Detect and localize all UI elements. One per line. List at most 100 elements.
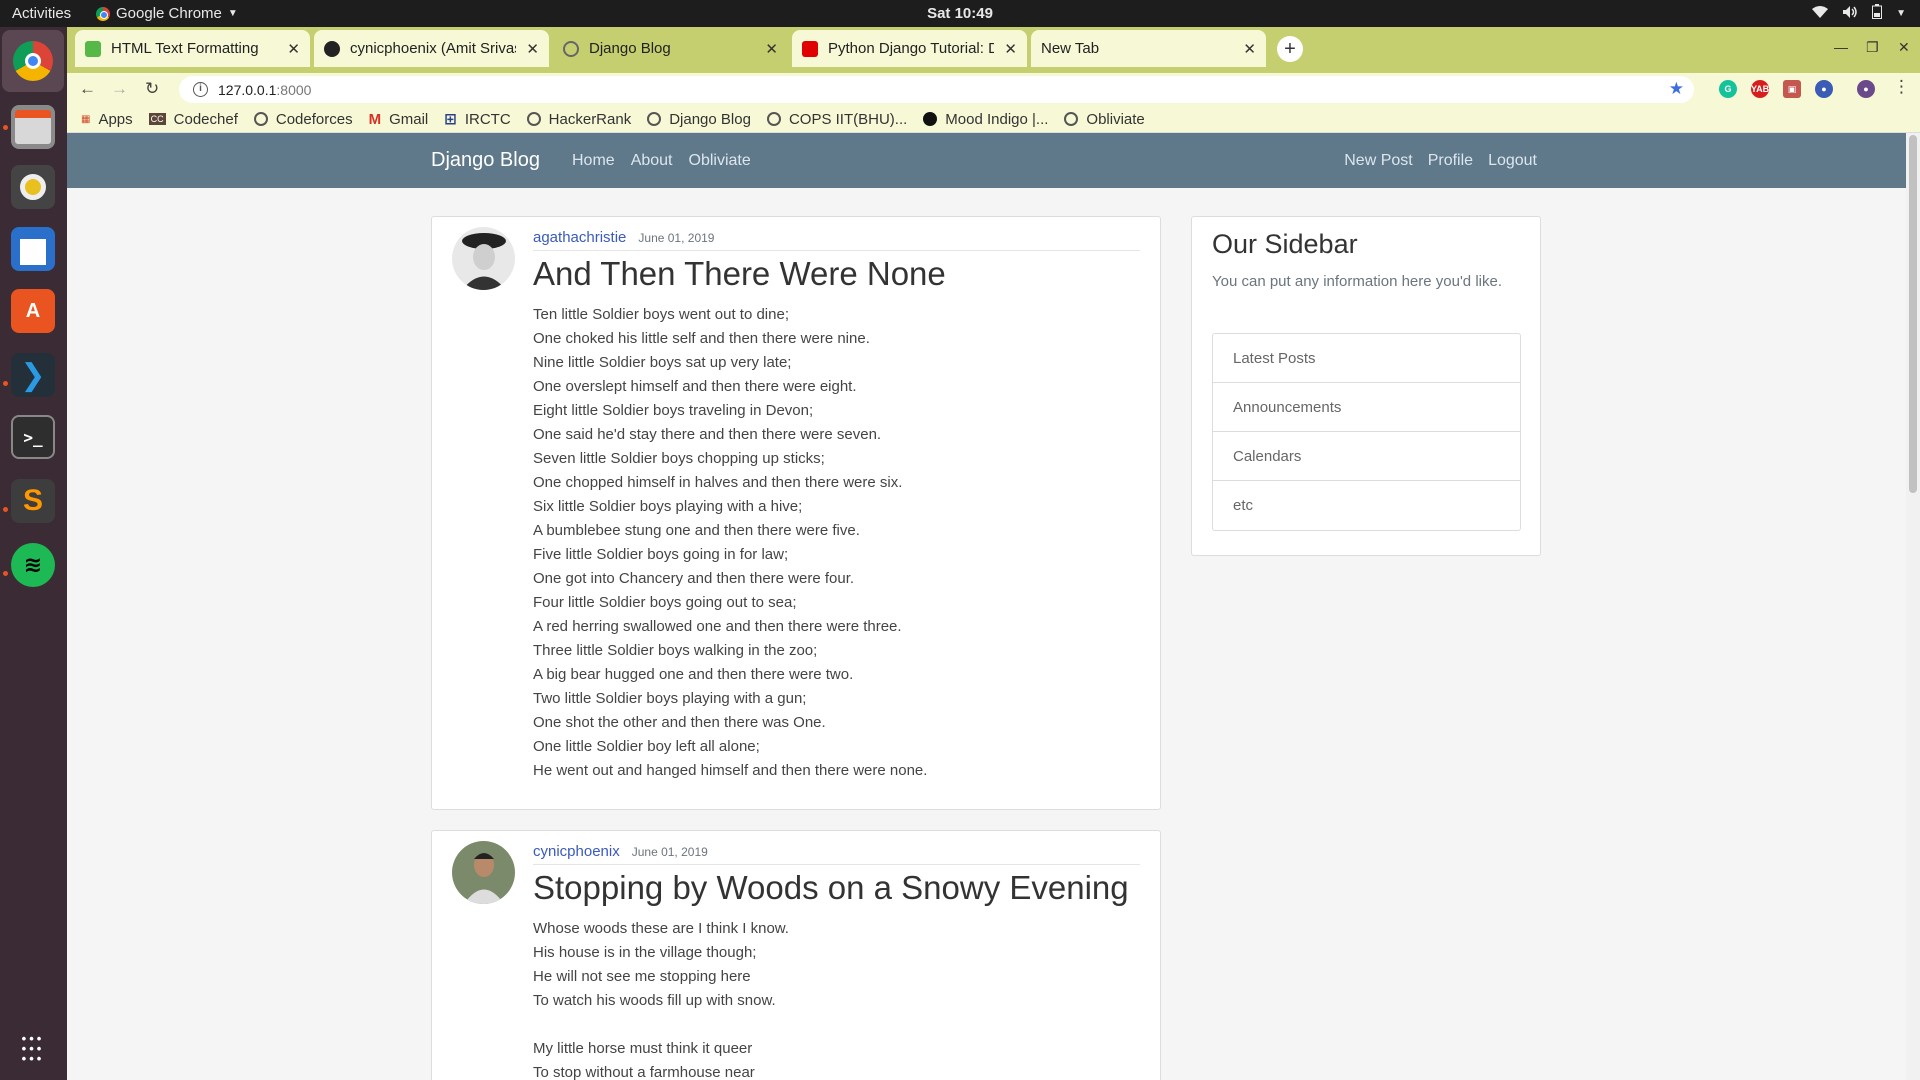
poem-line: Five little Soldier boys going in for la… [533,546,789,563]
close-tab-icon[interactable]: ✕ [287,40,300,58]
activities-button[interactable]: Activities [0,5,96,22]
sidebar-item-latest-posts[interactable]: Latest Posts [1213,334,1520,383]
author-link[interactable]: agathachristie [533,229,626,246]
scrollbar-thumb[interactable] [1909,135,1917,493]
tab-github[interactable]: cynicphoenix (Amit Srivas ✕ [314,30,549,67]
bookmark-gmail[interactable]: M Gmail [369,111,429,128]
poem-line: One overslept himself and then there wer… [533,378,857,395]
running-indicator [3,381,8,386]
running-indicator [3,507,8,512]
dock-files[interactable] [11,105,55,149]
nav-obliviate-link[interactable]: Obliviate [689,152,751,170]
user-avatar-icon[interactable]: ● [1857,80,1875,98]
running-indicator [3,571,8,576]
close-tab-icon[interactable]: ✕ [765,40,778,58]
avatar [452,227,515,290]
bookmark-django-blog[interactable]: Django Blog [647,111,751,128]
poem-line: One said he'd stay there and then there … [533,426,882,443]
volume-icon[interactable] [1842,5,1858,23]
dock-vscode[interactable]: ❯ [11,353,55,397]
bookmark-star-icon[interactable]: ★ [1669,79,1684,99]
wifi-icon[interactable] [1812,5,1829,23]
close-tab-icon[interactable]: ✕ [1004,40,1017,58]
dock-software-center[interactable]: A [11,289,55,333]
new-tab-button[interactable]: + [1277,36,1303,62]
bookmarks-bar: ▦ Apps CC Codechef Codeforces M Gmail ⊞ IRCT… [67,106,1920,133]
app-menu[interactable]: Google Chrome ▼ [96,5,238,22]
author-link[interactable]: cynicphoenix [533,843,620,860]
sidebar-item-calendars[interactable]: Calendars [1213,432,1520,481]
page-scrollbar[interactable] [1906,133,1920,1080]
poem-line: Six little Soldier boys playing with a h… [533,498,803,515]
tab-html-text-formatting[interactable]: HTML Text Formatting ✕ [75,30,310,67]
profile-extension-icon[interactable]: ● [1815,80,1833,98]
battery-icon[interactable] [1872,4,1883,23]
dock-chrome[interactable] [2,30,64,92]
poem-line: Eight little Soldier boys traveling in D… [533,402,814,419]
tab-python-django-tutorial[interactable]: Python Django Tutorial: D ✕ [792,30,1027,67]
poem-line: A bumblebee stung one and then there wer… [533,522,860,539]
nav-logout-link[interactable]: Logout [1488,152,1537,170]
address-bar[interactable]: i 127.0.0.1:8000 ★ [179,76,1694,103]
nav-home-link[interactable]: Home [572,152,615,170]
dock-terminal[interactable]: >_ [11,415,55,459]
restore-window-button[interactable]: ❐ [1866,39,1879,56]
poem-line: A big bear hugged one and then there wer… [533,666,854,683]
nav-new-post-link[interactable]: New Post [1344,152,1412,170]
system-menu-arrow-icon[interactable]: ▼ [1896,8,1906,19]
bookmark-obliviate[interactable]: Obliviate [1064,111,1145,128]
bookmark-apps[interactable]: ▦ Apps [81,111,133,128]
dock-sublime[interactable]: S [11,479,55,523]
nav-profile-link[interactable]: Profile [1428,152,1473,170]
tab-title: HTML Text Formatting [111,40,259,57]
bookmark-mood-indigo[interactable]: Mood Indigo |... [923,111,1048,128]
forward-button[interactable]: → [111,79,128,99]
nav-about-link[interactable]: About [631,152,673,170]
running-indicator [3,125,8,130]
tab-title: Python Django Tutorial: D [828,40,995,57]
bookmark-hackerrank[interactable]: HackerRank [526,111,631,128]
site-brand-link[interactable]: Django Blog [431,149,540,172]
bookmark-cops[interactable]: COPS IIT(BHU)... [766,111,907,128]
sidebar-item-announcements[interactable]: Announcements [1213,383,1520,432]
dock-rhythmbox[interactable] [11,165,55,209]
tab-new-tab[interactable]: New Tab ✕ [1031,30,1266,67]
post-card: cynicphoenix June 01, 2019 Stopping by W… [431,830,1161,1080]
bookmark-codeforces[interactable]: Codeforces [253,111,353,128]
post-title[interactable]: Stopping by Woods on a Snowy Evening [533,869,1129,907]
info-icon[interactable]: i [193,82,208,97]
poem-line: One choked his little self and then ther… [533,330,870,347]
sidebar: Our Sidebar You can put any information … [1191,216,1541,556]
nav-right: New Post Profile Logout [1344,152,1537,170]
github-icon [324,40,340,57]
tab-django-blog[interactable]: Django Blog ✕ [553,30,788,67]
sidebar-list: Latest Posts Announcements Calendars etc [1212,333,1521,531]
post-title[interactable]: And Then There Were None [533,255,946,293]
close-window-button[interactable]: ✕ [1898,39,1910,56]
vscode-icon: ❯ [20,358,46,392]
poem-line: To watch his woods fill up with snow. [533,992,776,1009]
sidebar-subtitle: You can put any information here you'd l… [1212,273,1502,290]
grammarly-extension-icon[interactable]: G [1719,80,1737,98]
reload-button[interactable]: ↻ [145,79,159,99]
chrome-menu-icon[interactable]: ⋮ [1893,77,1910,97]
adblock-extension-icon[interactable]: YAB [1751,80,1769,98]
poem-line: Four little Soldier boys going out to se… [533,594,797,611]
back-button[interactable]: ← [79,79,96,99]
extension-icon[interactable]: ▣ [1783,80,1801,98]
dock-spotify[interactable]: ≋ [11,543,55,587]
clock[interactable]: Sat 10:49 [927,5,993,22]
minimize-window-button[interactable]: — [1834,39,1848,55]
launcher-dock: A ❯ >_ S ≋ ••• ••• ••• [0,27,67,1080]
bookmark-irctc[interactable]: ⊞ IRCTC [444,110,510,129]
bookmark-codechef[interactable]: CC Codechef [148,111,238,128]
close-tab-icon[interactable]: ✕ [1243,40,1256,58]
globe-icon [1064,112,1079,126]
poem-line: One chopped himself in halves and then t… [533,474,903,491]
dock-writer[interactable] [11,227,55,271]
show-applications-button[interactable]: ••• ••• ••• [11,1027,55,1071]
sidebar-item-etc[interactable]: etc [1213,481,1520,530]
close-tab-icon[interactable]: ✕ [526,40,539,58]
nav-left: Home About Obliviate [572,152,751,170]
system-tray[interactable]: ▼ [1812,4,1906,23]
